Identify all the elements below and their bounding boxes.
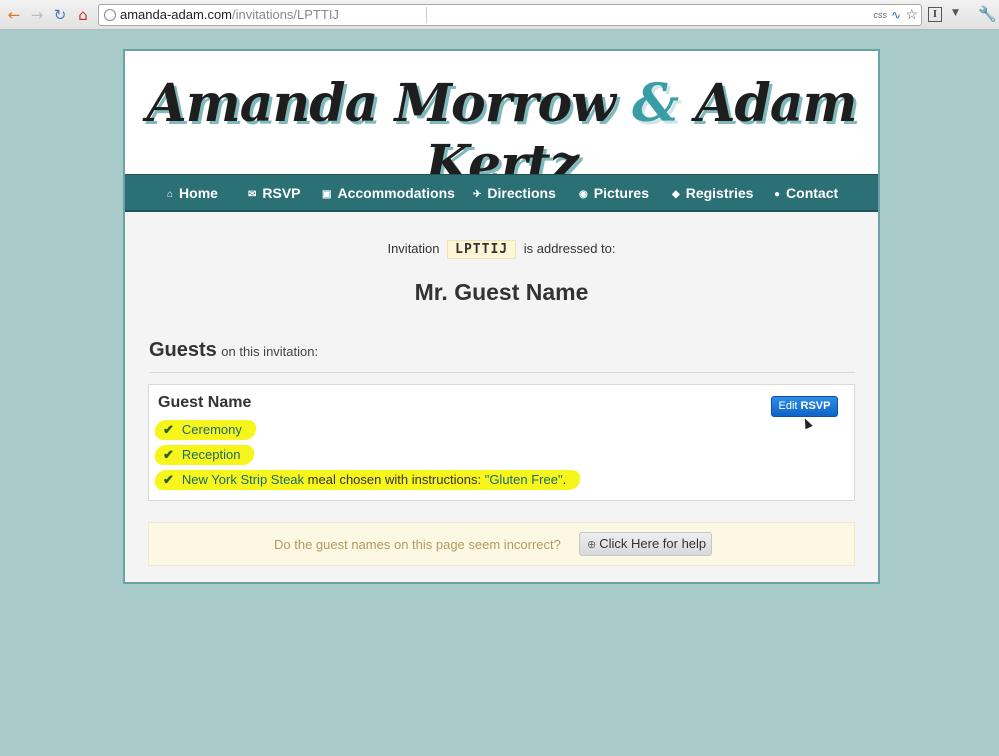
- forward-arrow-icon[interactable]: →: [27, 5, 47, 25]
- globe-icon: [104, 9, 116, 21]
- event-item: ✔ Ceremony: [153, 420, 258, 440]
- checkmark-icon: ✔: [163, 447, 174, 462]
- help-question: Do the guest names on this page seem inc…: [274, 537, 561, 552]
- wrench-icon[interactable]: 🔧: [978, 5, 997, 23]
- nav-item-pictures[interactable]: ◉ Pictures: [579, 175, 649, 211]
- nav-item-home[interactable]: ⌂ Home: [167, 175, 218, 211]
- help-alert: Do the guest names on this page seem inc…: [148, 522, 855, 566]
- address-bar[interactable]: amanda-adam.com/invitations/LPTTIJ css ∿…: [98, 4, 922, 26]
- dropdown-icon[interactable]: ▼: [952, 8, 959, 18]
- name-one: Amanda Morrow: [146, 73, 616, 134]
- bookmark-star-icon[interactable]: ☆: [905, 4, 918, 24]
- main-nav: ⌂ Home ✉ RSVP ▣ Accommodations ✈ Directions …: [125, 174, 878, 212]
- plane-icon: ✈: [473, 189, 482, 200]
- checkmark-icon: ✔: [163, 472, 174, 487]
- invitation-line: Invitation LPTTIJ is addressed to:: [387, 240, 616, 259]
- edit-rsvp-button[interactable]: Edit RSVP: [771, 396, 838, 417]
- addressee-name: Mr. Guest Name: [414, 279, 589, 305]
- guest-name: Guest Name: [158, 394, 252, 411]
- suitcase-icon: ▣: [322, 189, 332, 200]
- nav-item-contact[interactable]: ● Contact: [774, 175, 838, 211]
- home-icon: ⌂: [167, 189, 174, 200]
- ampersand: &: [632, 73, 679, 134]
- chat-bubble-icon: ●: [774, 189, 781, 200]
- page-card: Amanda Morrow & Adam Kertz ⌂ Home ✉ RSVP ▣…: [123, 49, 880, 584]
- extension-icon[interactable]: ∿: [891, 5, 901, 25]
- nav-item-rsvp[interactable]: ✉ RSVP: [248, 175, 301, 211]
- url-selection: [327, 7, 427, 23]
- nav-item-accommodations[interactable]: ▣ Accommodations: [322, 175, 455, 211]
- back-arrow-icon[interactable]: ←: [4, 5, 24, 25]
- css-badge[interactable]: css: [874, 5, 888, 25]
- checkmark-icon: ✔: [163, 422, 174, 437]
- reload-icon[interactable]: ↻: [50, 5, 70, 25]
- site-banner: Amanda Morrow & Adam Kertz: [125, 51, 878, 195]
- url-text: amanda-adam.com/invitations/LPTTIJ: [120, 7, 339, 22]
- tag-icon: ◆: [672, 189, 680, 200]
- nav-item-registries[interactable]: ◆ Registries: [672, 175, 753, 211]
- lifebuoy-icon: ⊕: [587, 539, 597, 551]
- browser-toolbar: ← → ↻ ⌂ amanda-adam.com/invitations/LPTT…: [0, 0, 999, 30]
- page-icon[interactable]: I: [928, 7, 942, 22]
- invitation-code: LPTTIJ: [447, 240, 517, 259]
- help-button[interactable]: ⊕ Click Here for help: [579, 532, 712, 556]
- event-item: ✔ Reception: [153, 445, 256, 465]
- meal-choice: ✔ New York Strip Steak meal chosen with i…: [153, 470, 582, 490]
- nav-item-directions[interactable]: ✈ Directions: [473, 175, 556, 211]
- guests-heading: Guests on this invitation:: [149, 339, 855, 373]
- home-icon[interactable]: ⌂: [73, 5, 93, 25]
- camera-icon: ◉: [579, 189, 588, 200]
- guest-card: Guest Name Edit RSVP ✔ Ceremony ✔ Receptio…: [148, 384, 855, 501]
- envelope-icon: ✉: [248, 189, 257, 200]
